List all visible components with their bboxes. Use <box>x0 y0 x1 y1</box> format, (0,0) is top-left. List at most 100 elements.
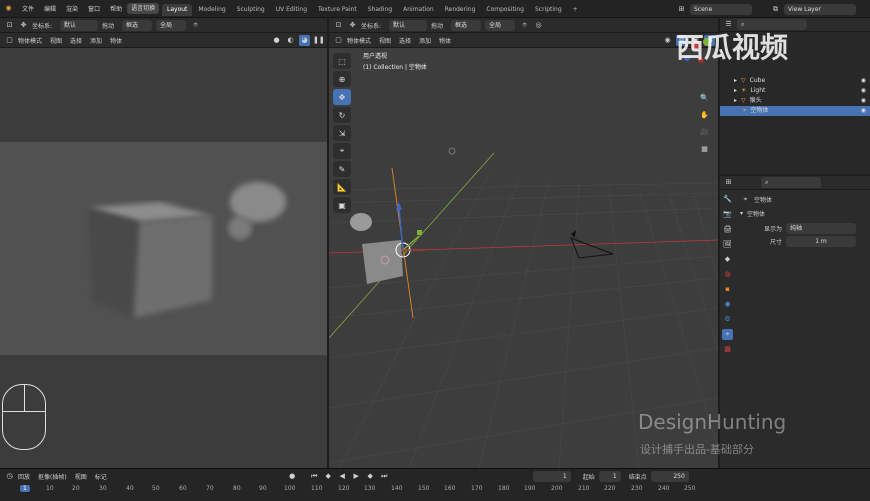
start-field[interactable]: 1 <box>598 470 621 482</box>
menu-file[interactable]: 文件 <box>22 4 34 13</box>
tab-uv-editing[interactable]: UV Editing <box>271 4 312 16</box>
scene-tab-icon[interactable]: ◆ <box>722 254 733 265</box>
size-field[interactable]: 1 m <box>786 236 856 247</box>
object-tab-icon[interactable]: ▪ <box>722 284 733 295</box>
tab-animation[interactable]: Animation <box>398 4 439 16</box>
tool-tab-icon[interactable]: 🔧 <box>722 194 733 205</box>
tab-sculpting[interactable]: Sculpting <box>232 4 270 16</box>
transform-icon[interactable]: ✥ <box>347 20 358 31</box>
viewport-shading-render-icon[interactable]: ◕ <box>299 34 310 46</box>
main-viewport[interactable]: ⊡ ✥ 坐标系: 默认 拖动 框选 全局 ⌾ ◎ ▢ 物体模式 视图 选择 添加… <box>329 18 718 468</box>
transform-tool-icon[interactable]: ⌖ <box>333 143 351 159</box>
menu-help[interactable]: 帮助 <box>110 4 122 13</box>
menu-view[interactable]: 视图 <box>379 36 391 45</box>
render-tab-icon[interactable]: 📷 <box>722 209 733 220</box>
output-tab-icon[interactable]: 🖨 <box>722 224 733 235</box>
outliner-item-empty[interactable]: ⌖ 空物体 ◉ <box>720 106 870 116</box>
view-layer-selector[interactable]: ⧉ View Layer <box>770 4 860 15</box>
visibility-eye-icon[interactable]: ◉ <box>861 96 866 106</box>
marker-menu[interactable]: 标记 <box>95 472 107 481</box>
play-reverse-icon[interactable]: ◀ <box>337 471 348 482</box>
viewport-shading-material-icon[interactable]: ◐ <box>285 35 296 46</box>
cursor-tool-icon[interactable]: ⊕ <box>333 71 351 87</box>
tab-scripting[interactable]: Scripting <box>530 4 567 16</box>
jump-start-icon[interactable]: ⏮ <box>309 471 320 482</box>
record-icon[interactable]: ● <box>287 471 298 482</box>
left-viewport[interactable]: ⊡ ✥ 坐标系: 默认 拖动 框选 全局 ⌾ ▢ 物体模式 视图 选择 添加 物… <box>0 18 327 468</box>
physics-tab-icon[interactable]: ◉ <box>722 299 733 310</box>
menu-select[interactable]: 选择 <box>70 36 82 45</box>
visibility-eye-icon[interactable]: ◉ <box>861 106 866 116</box>
pause-icon[interactable]: ❚❚ <box>313 35 325 46</box>
select-mode-dropdown[interactable]: 框选 <box>451 19 482 31</box>
viewport-shading-solid-icon[interactable]: ● <box>271 35 282 46</box>
light-object[interactable] <box>448 147 456 155</box>
editor-type-icon[interactable]: ⊡ <box>4 20 15 31</box>
jump-end-icon[interactable]: ⏭ <box>379 471 390 482</box>
zoom-icon[interactable]: 🔍 <box>699 93 710 104</box>
menu-object[interactable]: 物体 <box>439 36 451 45</box>
transform-icon[interactable]: ✥ <box>18 20 29 31</box>
coord-dropdown[interactable]: 默认 <box>60 19 99 31</box>
tab-compositing[interactable]: Compositing <box>481 4 529 16</box>
global-dropdown[interactable]: 全局 <box>156 19 187 31</box>
tab-layout[interactable]: Layout <box>162 3 193 16</box>
play-icon[interactable]: ▶ <box>351 471 362 482</box>
menu-object[interactable]: 物体 <box>110 36 122 45</box>
expand-icon[interactable]: ▸ <box>734 96 737 106</box>
scale-tool-icon[interactable]: ⇲ <box>333 125 351 141</box>
object-name[interactable]: 空物体 <box>754 195 772 204</box>
visibility-icon[interactable]: ◉ <box>662 35 673 46</box>
scene-selector[interactable]: ⊞ Scene <box>676 4 756 15</box>
editor-type-icon[interactable]: ⊡ <box>333 20 344 31</box>
next-key-icon[interactable]: ◆ <box>365 471 376 482</box>
expand-icon[interactable]: ▸ <box>734 76 737 86</box>
outliner-item-monkey[interactable]: ▸ ▽ 猴头 ◉ <box>720 96 870 106</box>
language-switch-button[interactable]: 语言切换 <box>127 3 160 14</box>
grid-view-icon[interactable]: ▦ <box>699 144 710 155</box>
global-dropdown[interactable]: 全局 <box>485 19 516 31</box>
view-layer-name[interactable]: View Layer <box>784 4 856 15</box>
view-layer-tab-icon[interactable]: 🖼 <box>722 239 733 250</box>
frame-ruler[interactable]: 1 10 20 30 40 50 60 70 80 90 100 110 120… <box>0 485 720 495</box>
empty-section-header[interactable]: ▾ 空物体 <box>740 209 765 218</box>
blender-logo-icon[interactable]: ◉ <box>3 3 14 14</box>
menu-edit[interactable]: 编辑 <box>44 4 56 13</box>
outliner-item-cube[interactable]: ▸ ▽ Cube ◉ <box>720 76 870 86</box>
rotate-tool-icon[interactable]: ↻ <box>333 107 351 123</box>
pan-icon[interactable]: ✋ <box>699 110 710 121</box>
add-cube-tool-icon[interactable]: ▣ <box>333 197 351 213</box>
menu-render[interactable]: 渲染 <box>66 4 78 13</box>
snap-icon[interactable]: ⌾ <box>190 20 201 31</box>
data-tab-icon[interactable]: ⌖ <box>722 329 733 340</box>
end-field[interactable]: 250 <box>650 470 689 482</box>
y-arrow-icon[interactable] <box>417 230 422 235</box>
menu-window[interactable]: 窗口 <box>88 4 100 13</box>
scene-name[interactable]: Scene <box>690 4 752 15</box>
collapse-icon[interactable]: ▾ <box>740 210 743 217</box>
annotate-tool-icon[interactable]: ✎ <box>333 161 351 177</box>
expand-icon[interactable]: ▸ <box>734 86 737 96</box>
select-tool-icon[interactable]: ⬚ <box>333 53 351 69</box>
proportional-edit-icon[interactable]: ◎ <box>533 20 544 31</box>
monkey-object[interactable] <box>350 213 372 231</box>
camera-object[interactable] <box>570 237 614 259</box>
move-tool-icon[interactable]: ✥ <box>333 89 351 105</box>
playback-menu[interactable]: 回放 <box>18 472 30 481</box>
camera-view-icon[interactable]: 🎥 <box>699 127 710 138</box>
world-tab-icon[interactable]: ◍ <box>722 269 733 280</box>
visibility-eye-icon[interactable]: ◉ <box>861 86 866 96</box>
playhead[interactable]: 1 <box>20 485 30 492</box>
outliner-item-light[interactable]: ▸ ☀ Light ◉ <box>720 86 870 96</box>
add-workspace-button[interactable]: + <box>568 4 583 16</box>
menu-view[interactable]: 视图 <box>50 36 62 45</box>
properties-type-icon[interactable]: ⊞ <box>723 177 734 188</box>
tab-rendering[interactable]: Rendering <box>440 4 481 16</box>
prev-key-icon[interactable]: ◆ <box>323 471 334 482</box>
display-as-dropdown[interactable]: 纯轴 <box>786 223 856 234</box>
visibility-eye-icon[interactable]: ◉ <box>861 76 866 86</box>
mode-dropdown[interactable]: 物体模式 <box>347 36 371 45</box>
timeline-type-icon[interactable]: ◷ <box>4 471 15 482</box>
keying-menu[interactable]: 抠像(插帧) <box>38 472 67 481</box>
menu-select[interactable]: 选择 <box>399 36 411 45</box>
